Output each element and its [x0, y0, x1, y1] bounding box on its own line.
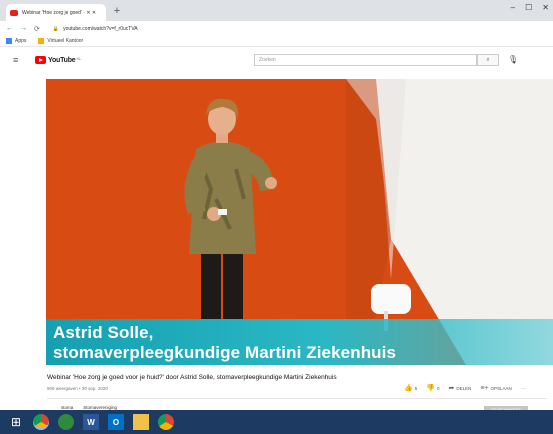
chrome-taskbar-icon[interactable] — [33, 414, 49, 430]
windows-taskbar: ⊞ W O — [0, 410, 553, 434]
minimize-icon[interactable]: – — [511, 3, 515, 12]
url-text: youtube.com/watch?v=f_r0ucTVA — [63, 25, 138, 32]
browser-tab-bar: Webinar 'Hoe zorg je goed' · ✕ ✕ + – ☐ ✕ — [0, 0, 553, 21]
youtube-header: ≡ YouTube NL Zoeken ⌕ 🎙 — [0, 47, 553, 73]
word-taskbar-icon[interactable]: W — [83, 414, 99, 430]
new-tab-button[interactable]: + — [111, 6, 123, 18]
bookmark-virtueel-kantoor[interactable]: Virtueel Kantoor — [38, 38, 83, 44]
address-bar: ← → ⟳ 🔒 youtube.com/watch?v=f_r0ucTVA — [0, 21, 553, 36]
menu-icon[interactable]: ≡ — [13, 56, 18, 65]
thumbs-down-icon: 👎 — [426, 385, 435, 392]
bookmarks-bar: Apps Virtueel Kantoor — [0, 36, 553, 47]
region-code: NL — [76, 55, 82, 61]
files-taskbar-icon[interactable] — [133, 414, 149, 430]
url-field[interactable]: 🔒 youtube.com/watch?v=f_r0ucTVA — [53, 23, 547, 34]
video-title: Webinar 'Hoe zorg je goed voor je huid?'… — [47, 374, 337, 381]
window-controls: – ☐ ✕ — [511, 3, 549, 12]
forward-arrow-icon[interactable]: → — [20, 25, 27, 32]
dislike-count: 0 — [436, 385, 440, 391]
youtube-play-icon — [35, 56, 46, 64]
screen: Webinar 'Hoe zorg je goed' · ✕ ✕ + – ☐ ✕… — [0, 0, 553, 434]
like-button[interactable]: 👍 5 — [404, 384, 417, 392]
video-meta: 909 weergaven • 30 sep. 2020 — [47, 386, 108, 391]
close-icon[interactable]: ✕ — [542, 3, 549, 12]
more-button[interactable]: ··· — [521, 386, 526, 391]
start-button[interactable]: ⊞ — [8, 414, 24, 430]
reload-icon[interactable]: ⟳ — [34, 25, 40, 33]
save-button[interactable]: ≡+ OPSLAAN — [480, 385, 511, 392]
save-icon: ≡+ — [480, 384, 489, 392]
lower-third-name: Astrid Solle, — [53, 323, 154, 342]
save-label: OPSLAAN — [490, 385, 512, 391]
share-icon: ➦ — [448, 385, 455, 392]
bookmark-label: Apps — [15, 38, 27, 44]
apps-grid-icon — [6, 38, 12, 44]
bookmark-icon — [38, 38, 45, 44]
video-player[interactable]: Astrid Solle, stomaverpleegkundige Marti… — [46, 79, 553, 365]
lock-icon: 🔒 — [52, 25, 60, 32]
thumbs-up-icon: 👍 — [404, 385, 413, 392]
video-actions: 👍 5 👎 0 ➦ DELEN ≡+ OPSLAAN ··· — [404, 384, 526, 393]
bookmark-apps[interactable]: Apps — [6, 38, 26, 44]
mic-icon[interactable]: 🎙 — [508, 55, 518, 64]
dislike-button[interactable]: 👎 0 — [426, 384, 439, 392]
outlook-taskbar-icon[interactable]: O — [108, 414, 124, 430]
like-count: 5 — [414, 385, 418, 391]
browser-tab[interactable]: Webinar 'Hoe zorg je goed' · ✕ ✕ — [6, 4, 106, 21]
share-label: DELEN — [456, 385, 472, 391]
youtube-favicon-icon — [10, 9, 18, 16]
search-icon: ⌕ — [486, 57, 490, 63]
maximize-icon[interactable]: ☐ — [525, 3, 532, 12]
more-icon: ··· — [520, 385, 526, 391]
app-green-taskbar-icon[interactable] — [58, 414, 74, 430]
lower-third-role: stomaverpleegkundige Martini Ziekenhuis — [53, 343, 397, 362]
back-arrow-icon[interactable]: ← — [6, 25, 13, 32]
search-button[interactable]: ⌕ — [477, 54, 499, 66]
youtube-logo[interactable]: YouTube NL — [35, 56, 82, 64]
youtube-wordmark: YouTube — [48, 56, 76, 64]
search-input[interactable]: Zoeken — [254, 54, 477, 66]
divider — [47, 398, 547, 399]
bookmark-label: Virtueel Kantoor — [47, 38, 84, 44]
share-button[interactable]: ➦ DELEN — [448, 384, 471, 392]
tab-title: Webinar 'Hoe zorg je goed' · ✕ ✕ — [22, 9, 97, 16]
chrome2-taskbar-icon[interactable] — [158, 414, 174, 430]
